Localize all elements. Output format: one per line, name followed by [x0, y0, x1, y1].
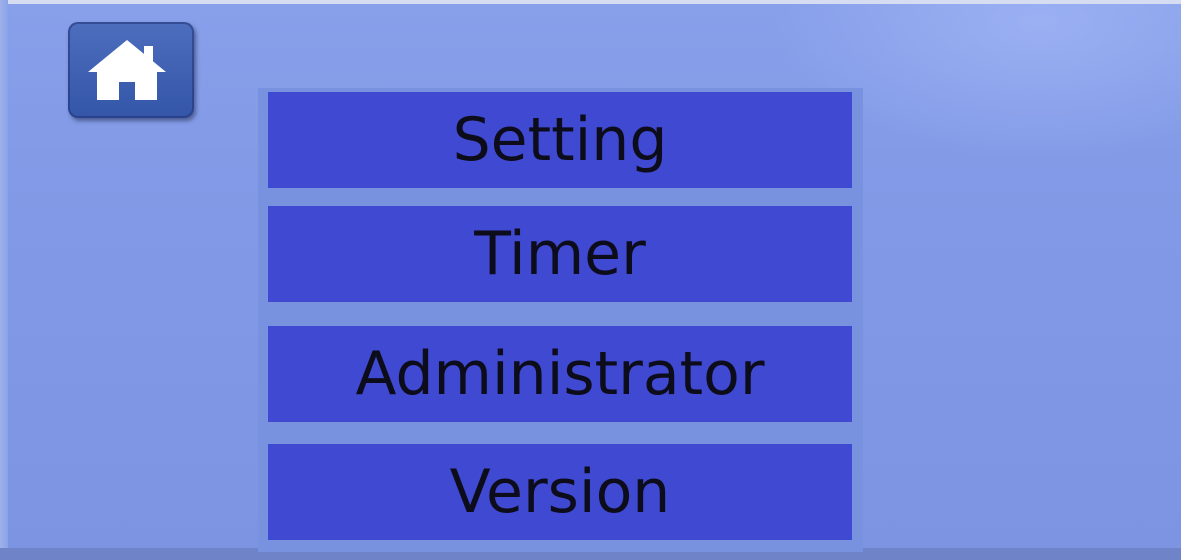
screen-bezel-left: [0, 0, 8, 560]
screen-bezel-top: [0, 0, 1181, 4]
version-button[interactable]: Version: [268, 444, 852, 540]
setting-button[interactable]: Setting: [268, 92, 852, 188]
timer-button[interactable]: Timer: [268, 206, 852, 302]
home-icon: [88, 40, 166, 100]
menu-panel: Setting Timer Administrator Version: [258, 88, 863, 552]
administrator-button[interactable]: Administrator: [268, 326, 852, 422]
home-button[interactable]: [68, 22, 194, 118]
device-screen: Setting Timer Administrator Version: [0, 0, 1181, 560]
